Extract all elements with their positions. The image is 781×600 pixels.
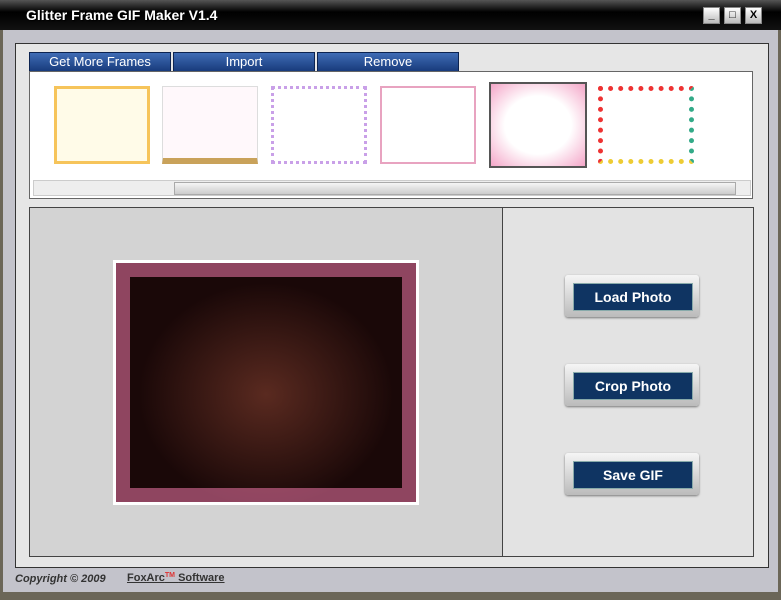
preview-panel: [29, 207, 503, 557]
frame-thumbnail[interactable]: [162, 86, 258, 164]
foxarc-link[interactable]: FoxArcTM Software: [127, 572, 225, 584]
frame-gallery: [29, 71, 753, 199]
actions-panel: Load Photo Crop Photo Save GIF: [502, 207, 754, 557]
frame-thumbnail-selected[interactable]: [489, 82, 587, 168]
save-gif-button[interactable]: Save GIF: [565, 453, 699, 495]
copyright-text: Copyright © 2009: [15, 573, 106, 585]
window-title: Glitter Frame GIF Maker V1.4: [26, 7, 218, 23]
crop-photo-label: Crop Photo: [573, 372, 693, 400]
horizontal-scrollbar[interactable]: [33, 180, 751, 196]
frame-thumbnail[interactable]: [598, 86, 694, 164]
tab-remove[interactable]: Remove: [317, 52, 459, 72]
photo-preview: [113, 260, 419, 505]
close-button[interactable]: X: [745, 7, 762, 24]
frame-thumbnail[interactable]: [271, 86, 367, 164]
save-gif-label: Save GIF: [573, 461, 693, 489]
title-bar: Glitter Frame GIF Maker V1.4 _ □ X: [0, 0, 781, 30]
tab-get-more-frames[interactable]: Get More Frames: [29, 52, 171, 72]
load-photo-label: Load Photo: [573, 283, 693, 311]
tab-import[interactable]: Import: [173, 52, 315, 72]
frame-thumbnail[interactable]: [380, 86, 476, 164]
frame-thumbnail[interactable]: [54, 86, 150, 164]
client-area: Get More Frames Import Remove Load Photo…: [3, 30, 778, 592]
brand-name: FoxArc: [127, 572, 165, 584]
trademark: TM: [164, 572, 176, 579]
main-panel: Get More Frames Import Remove Load Photo…: [15, 43, 769, 568]
crop-photo-button[interactable]: Crop Photo: [565, 364, 699, 406]
load-photo-button[interactable]: Load Photo: [565, 275, 699, 317]
minimize-button[interactable]: _: [703, 7, 720, 24]
scrollbar-thumb[interactable]: [174, 182, 736, 195]
software-text: Software: [178, 572, 225, 584]
maximize-button[interactable]: □: [724, 7, 741, 24]
